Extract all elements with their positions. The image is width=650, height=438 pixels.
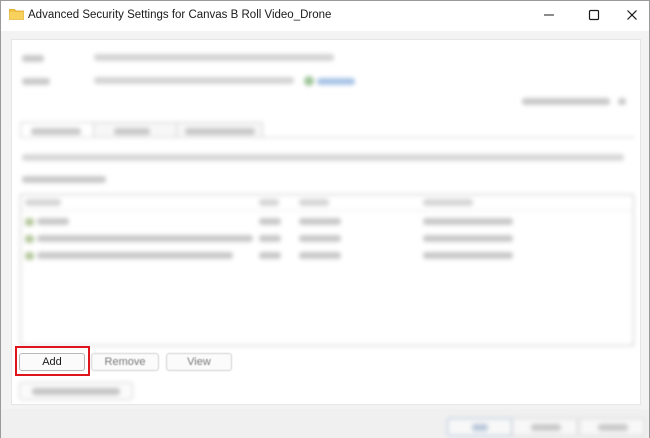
shield-icon (304, 76, 314, 86)
list-header (21, 195, 633, 211)
title-bar[interactable]: Advanced Security Settings for Canvas B … (1, 1, 649, 31)
tab-permissions[interactable] (20, 122, 94, 138)
table-row[interactable] (21, 232, 633, 246)
table-row[interactable] (21, 215, 633, 229)
disable-inheritance-button[interactable] (19, 382, 133, 400)
window-title: Advanced Security Settings for Canvas B … (28, 9, 332, 21)
add-button[interactable]: Add (19, 353, 85, 371)
owner-label-redacted (22, 78, 50, 85)
name-value-redacted (94, 54, 334, 61)
chevron-down-icon (618, 98, 626, 105)
owner-value-redacted (94, 77, 294, 84)
instructions-redacted (22, 154, 624, 161)
apply-button[interactable] (579, 418, 645, 436)
name-label-redacted (22, 55, 44, 62)
view-button[interactable]: View (166, 353, 232, 371)
folder-icon (9, 8, 24, 20)
maximize-icon (588, 9, 600, 21)
security-settings-window: Advanced Security Settings for Canvas B … (0, 0, 650, 438)
close-icon (627, 10, 637, 20)
close-button[interactable] (612, 1, 650, 29)
minimize-button[interactable] (529, 1, 569, 29)
dialog-content (11, 39, 641, 405)
cancel-button[interactable] (512, 418, 578, 436)
ok-button[interactable] (447, 418, 513, 436)
minimize-icon (544, 14, 554, 16)
table-row[interactable] (21, 249, 633, 263)
maximize-button[interactable] (574, 1, 614, 29)
tab-strip (20, 122, 263, 138)
manage-permissions-redacted[interactable] (522, 98, 610, 105)
tab-auditing[interactable] (93, 122, 177, 138)
permission-entries-label-redacted (22, 176, 106, 183)
permission-entries-list[interactable] (20, 194, 634, 346)
tab-divider (20, 137, 634, 138)
tab-effective-access[interactable] (176, 122, 263, 138)
change-owner-link-redacted[interactable] (317, 78, 355, 85)
remove-button[interactable]: Remove (91, 353, 159, 371)
